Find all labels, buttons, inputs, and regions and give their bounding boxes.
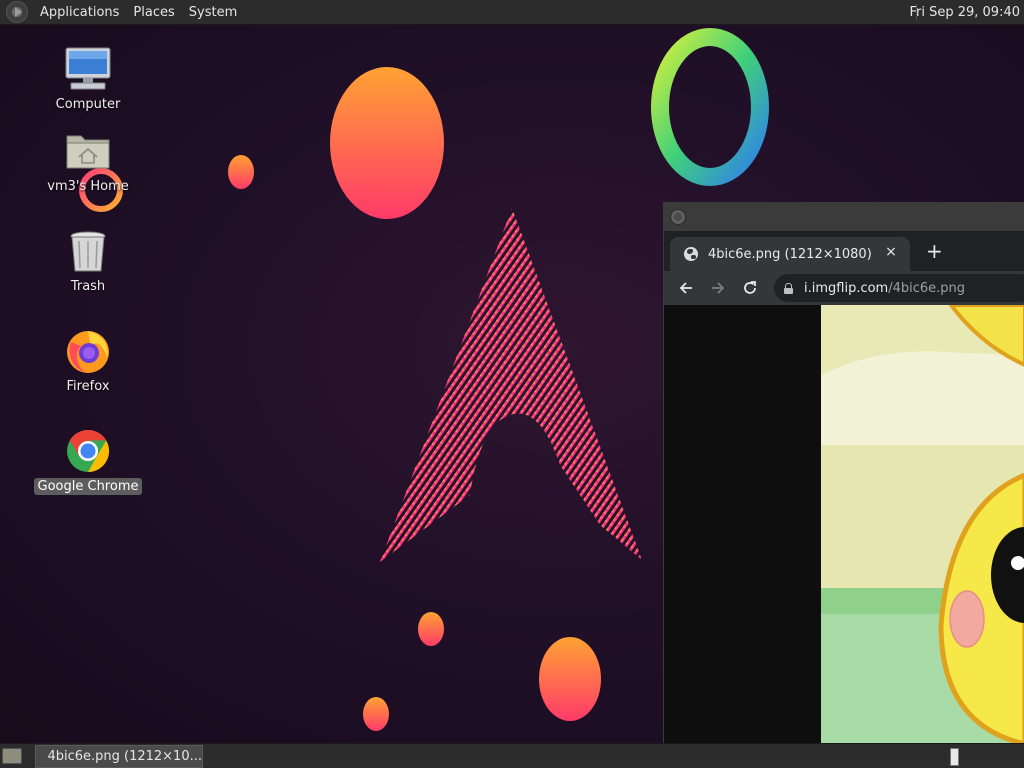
url-host: i.imgflip.com xyxy=(804,280,889,296)
desktop-icon-label: Google Chrome xyxy=(33,478,143,495)
desktop-icon-label: vm3's Home xyxy=(47,179,129,194)
browser-toolbar: i.imgflip.com/4bic6e.png xyxy=(664,271,1024,305)
arrow-left-icon xyxy=(679,282,692,294)
displayed-image xyxy=(821,305,1024,743)
forward-button[interactable] xyxy=(702,274,734,302)
tab-active[interactable]: 4bic6e.png (1212×1080) × xyxy=(670,237,910,271)
firefox-icon xyxy=(63,328,113,374)
home-folder-icon xyxy=(63,128,113,174)
taskbar-window-label: 4bic6e.png (1212×10... xyxy=(47,749,202,764)
lock-icon[interactable] xyxy=(784,282,793,294)
desktop-icon-label: Trash xyxy=(70,279,106,294)
menu-system[interactable]: System xyxy=(182,0,244,25)
top-panel: Applications Places System Fri Sep 29, 0… xyxy=(0,0,1024,25)
desktop-icon-label: Firefox xyxy=(66,379,110,394)
globe-icon xyxy=(684,247,698,261)
workspace-switcher[interactable] xyxy=(950,748,959,766)
reload-button[interactable] xyxy=(734,274,766,302)
tab-title: 4bic6e.png (1212×1080) xyxy=(708,246,872,262)
reload-icon xyxy=(744,281,756,294)
desktop-icon-computer[interactable]: Computer xyxy=(33,46,143,113)
address-bar[interactable]: i.imgflip.com/4bic6e.png xyxy=(774,274,1024,302)
desktop-icon-firefox[interactable]: Firefox xyxy=(33,328,143,395)
show-desktop-button[interactable] xyxy=(2,748,22,764)
arrow-right-icon xyxy=(712,282,725,294)
tab-strip: 4bic6e.png (1212×1080) × + xyxy=(664,231,1024,271)
menu-applications[interactable]: Applications xyxy=(33,0,126,25)
page-viewport[interactable] xyxy=(664,305,1024,743)
distro-logo-icon[interactable] xyxy=(6,1,28,23)
desktop-icon-label: Computer xyxy=(55,97,121,112)
window-menu-button[interactable] xyxy=(670,209,686,225)
computer-icon xyxy=(63,46,113,92)
desktop-icon-chrome[interactable]: Google Chrome xyxy=(33,428,143,495)
bottom-panel: 4bic6e.png (1212×10... xyxy=(0,743,1024,768)
chrome-icon xyxy=(63,428,113,474)
tab-close-icon[interactable]: × xyxy=(882,244,900,260)
back-button[interactable] xyxy=(670,274,702,302)
new-tab-button[interactable]: + xyxy=(926,241,943,261)
url-path: /4bic6e.png xyxy=(888,280,966,296)
desktop-icon-home[interactable]: vm3's Home xyxy=(33,128,143,195)
browser-window[interactable]: 4bic6e.png (1212×1080) × + i.imgflip.com… xyxy=(663,202,1024,743)
desktop-icon-trash[interactable]: Trash xyxy=(33,228,143,295)
window-titlebar[interactable] xyxy=(664,203,1024,231)
clock[interactable]: Fri Sep 29, 09:40 xyxy=(909,0,1020,25)
trash-icon xyxy=(63,228,113,274)
taskbar-window-button[interactable]: 4bic6e.png (1212×10... xyxy=(35,745,203,768)
menu-places[interactable]: Places xyxy=(126,0,181,25)
